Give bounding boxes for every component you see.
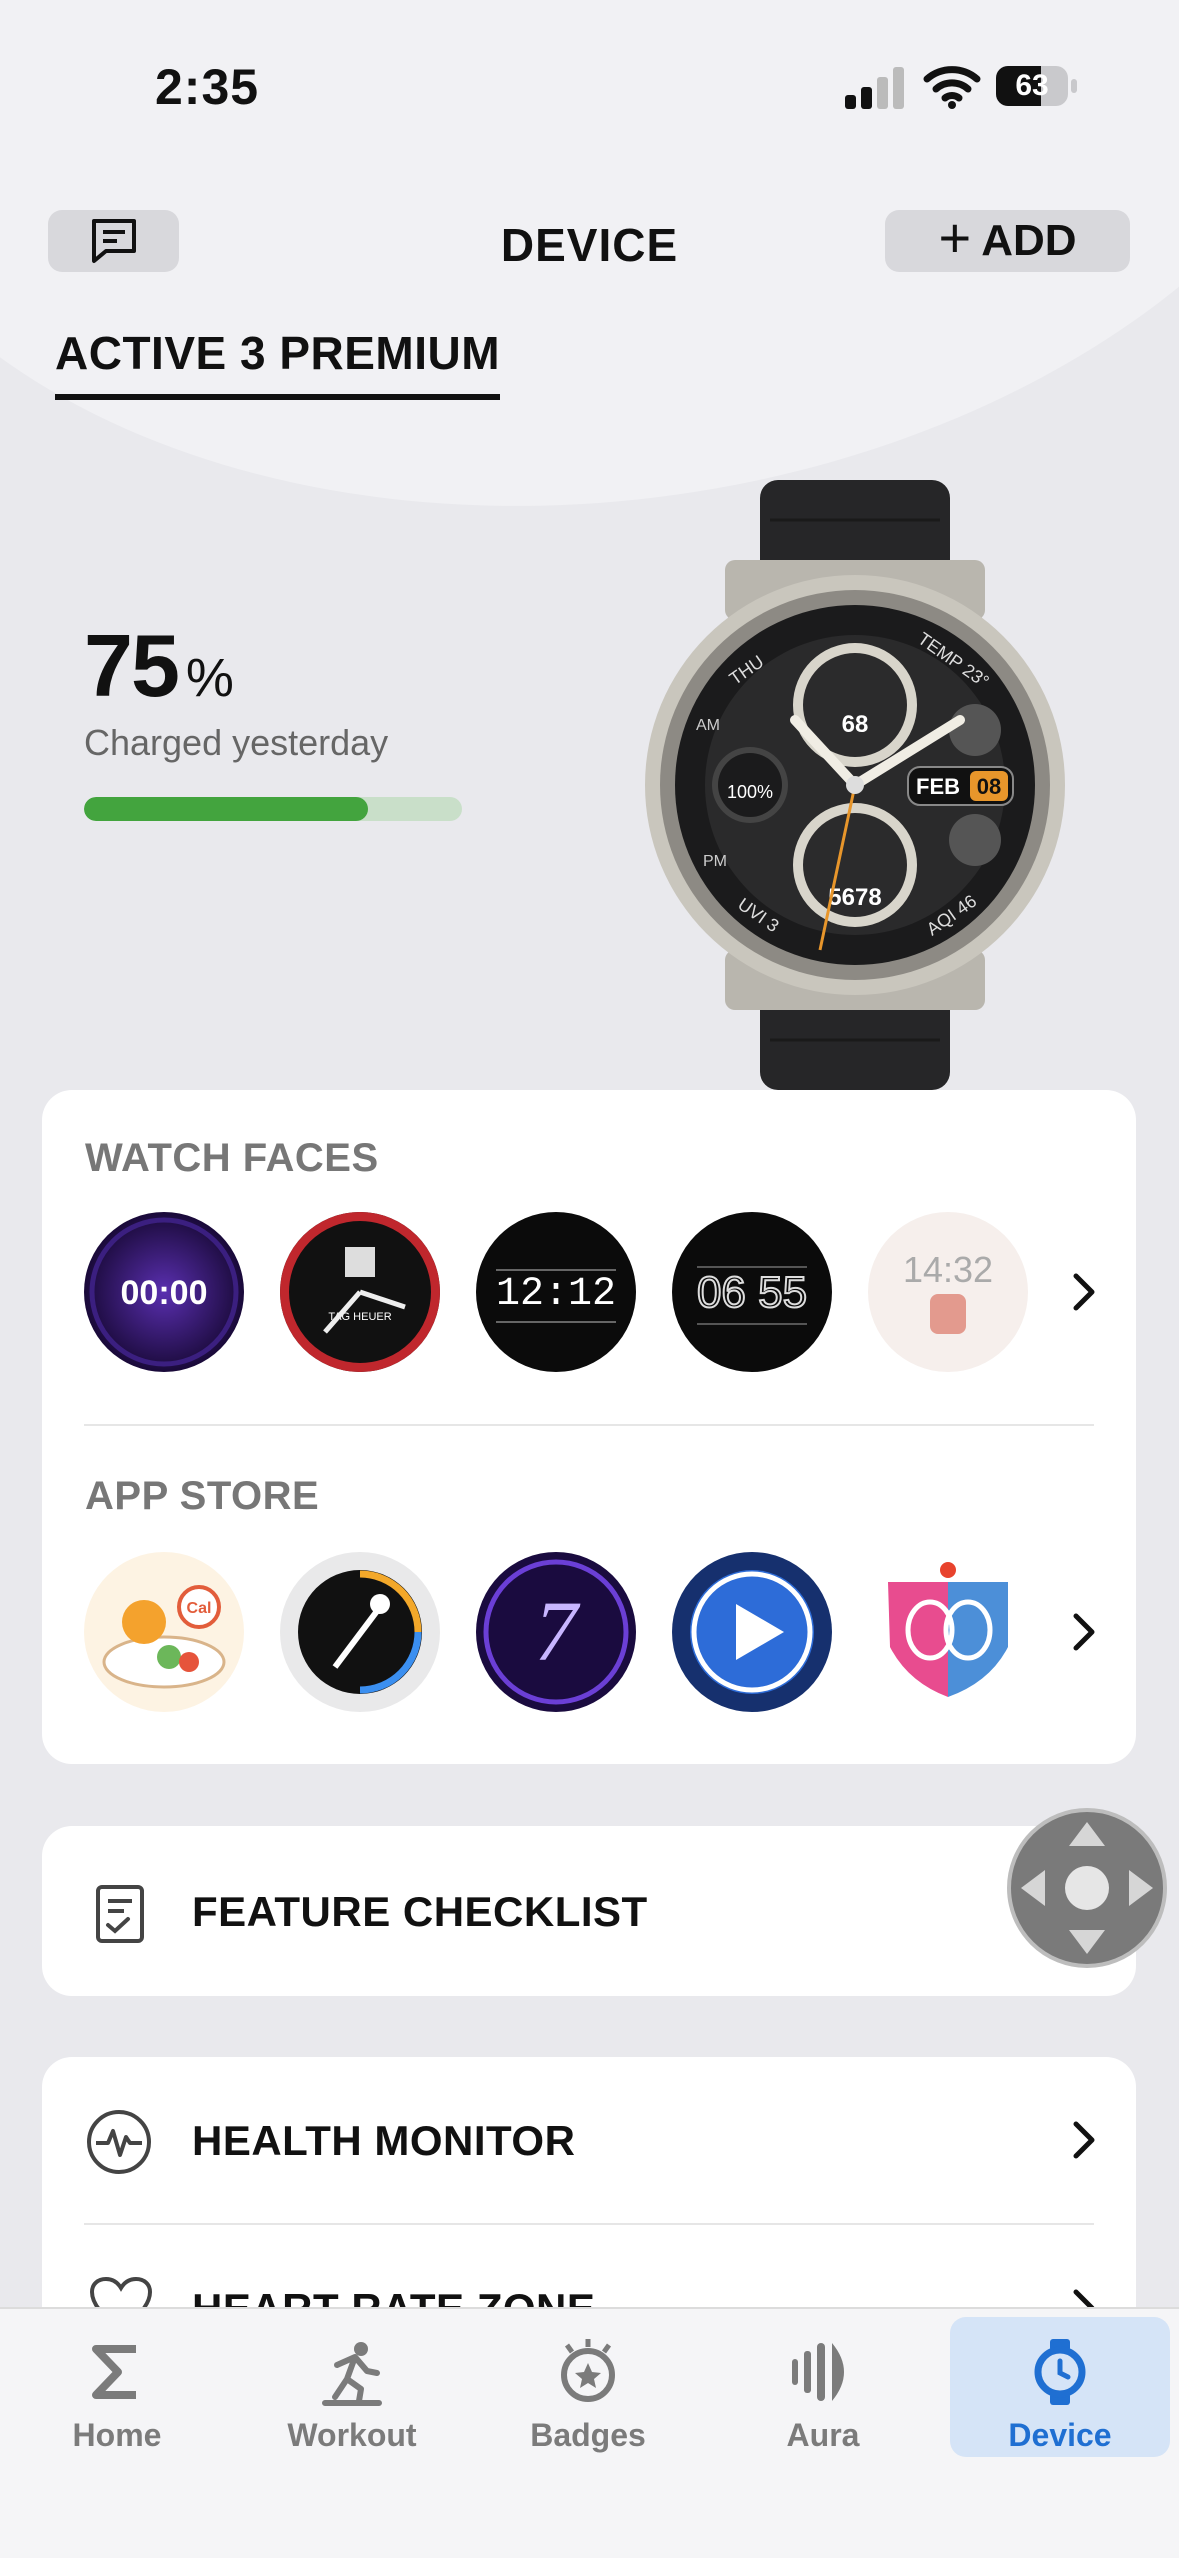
app-store-more-chevron-icon[interactable] <box>1064 1602 1104 1662</box>
header: DEVICE + ADD <box>0 208 1179 278</box>
add-label: ADD <box>981 216 1077 265</box>
tab-badges[interactable]: Badges <box>478 2317 698 2457</box>
watch-icon <box>1034 2339 1086 2405</box>
tab-aura[interactable]: Aura <box>713 2317 933 2457</box>
floating-navigation-joystick[interactable] <box>1007 1808 1167 1968</box>
watch-battery: 100% <box>727 782 773 802</box>
tab-badges-label: Badges <box>530 2417 646 2453</box>
aura-icon <box>792 2343 844 2401</box>
watch-pm: PM <box>703 853 727 870</box>
battery-status-icon: 63 <box>996 66 1078 106</box>
health-monitor-chevron-icon <box>1073 2121 1095 2159</box>
watch-face-5-text: 14:32 <box>903 1249 993 1290</box>
tab-aura-label: Aura <box>786 2417 860 2453</box>
runner-icon <box>322 2342 382 2406</box>
app-2[interactable] <box>280 1552 440 1712</box>
add-device-button[interactable]: + ADD <box>885 210 1130 272</box>
charged-status: Charged yesterday <box>84 722 389 763</box>
status-bar: 2:35 63 <box>0 0 1179 170</box>
battery-unit: % <box>185 648 234 708</box>
app-store-title: APP STORE <box>85 1474 320 1518</box>
tab-workout[interactable]: Workout <box>242 2317 462 2457</box>
tab-device[interactable]: Device <box>950 2317 1170 2457</box>
app-3[interactable]: 7 <box>476 1552 636 1712</box>
checklist-icon <box>96 1885 144 1943</box>
watch-steps: 5678 <box>828 884 881 911</box>
device-tab-active-3-premium[interactable]: ACTIVE 3 PREMIUM <box>55 326 501 400</box>
device-battery-percent: 75% <box>84 615 234 717</box>
pulse-icon <box>87 2110 151 2174</box>
watch-faces-more-chevron-icon[interactable] <box>1064 1262 1104 1322</box>
watch-face-4-text: 06 55 <box>697 1268 807 1317</box>
tab-device-label: Device <box>1008 2417 1112 2453</box>
sigma-icon <box>92 2345 136 2399</box>
feature-checklist-card[interactable]: FEATURE CHECKLIST <box>42 1826 1136 1996</box>
cellular-signal-icon <box>845 65 905 109</box>
app-1-badge: Cal <box>187 1600 212 1617</box>
app-1[interactable]: Cal <box>84 1552 244 1712</box>
watch-face-3-text: 12:12 <box>496 1272 616 1317</box>
watch-date: 08 <box>977 774 1001 799</box>
feature-checklist-label: FEATURE CHECKLIST <box>192 1888 648 1935</box>
watch-face-1-text: 00:00 <box>121 1274 208 1312</box>
watch-face-1[interactable]: 00:00 <box>84 1212 244 1372</box>
bottom-tab-bar: Home Workout Badges Aura Device <box>0 2307 1179 2558</box>
health-monitor-row[interactable]: HEALTH MONITOR <box>42 2057 1136 2223</box>
app-5[interactable] <box>868 1552 1028 1712</box>
plus-icon: + <box>938 206 972 269</box>
tab-home[interactable]: Home <box>7 2317 227 2457</box>
battery-level-text: 63 <box>1015 69 1049 102</box>
battery-value: 75 <box>84 616 180 715</box>
badge-icon <box>561 2339 615 2402</box>
watch-image: FEB 08 68 100% 5678 THU TEMP 23° AM PM U… <box>645 480 1065 1090</box>
tab-workout-label: Workout <box>287 2417 417 2453</box>
watch-face-4[interactable]: 06 55 <box>672 1212 832 1372</box>
app-3-text: 7 <box>535 1583 581 1679</box>
app-4[interactable] <box>672 1552 832 1712</box>
wifi-icon <box>922 62 982 110</box>
dpad-icon <box>1021 1822 1153 1954</box>
tab-home-label: Home <box>72 2417 162 2453</box>
status-time: 2:35 <box>155 59 260 115</box>
watch-month: FEB <box>916 774 960 799</box>
watch-face-5[interactable]: 14:32 <box>868 1212 1028 1372</box>
watch-faces-app-store-card: WATCH FACES 00:00 TAG HEUER 12:12 06 55 … <box>42 1090 1136 1764</box>
health-monitor-label: HEALTH MONITOR <box>192 2117 576 2164</box>
watch-faces-title: WATCH FACES <box>85 1136 379 1180</box>
battery-progress-fill <box>84 797 368 821</box>
watch-heart: 68 <box>842 711 869 738</box>
battery-progress-bar <box>84 797 462 821</box>
section-divider <box>84 1424 1094 1426</box>
watch-face-2[interactable]: TAG HEUER <box>280 1212 440 1372</box>
watch-face-3[interactable]: 12:12 <box>476 1212 636 1372</box>
watch-am: AM <box>696 717 720 734</box>
